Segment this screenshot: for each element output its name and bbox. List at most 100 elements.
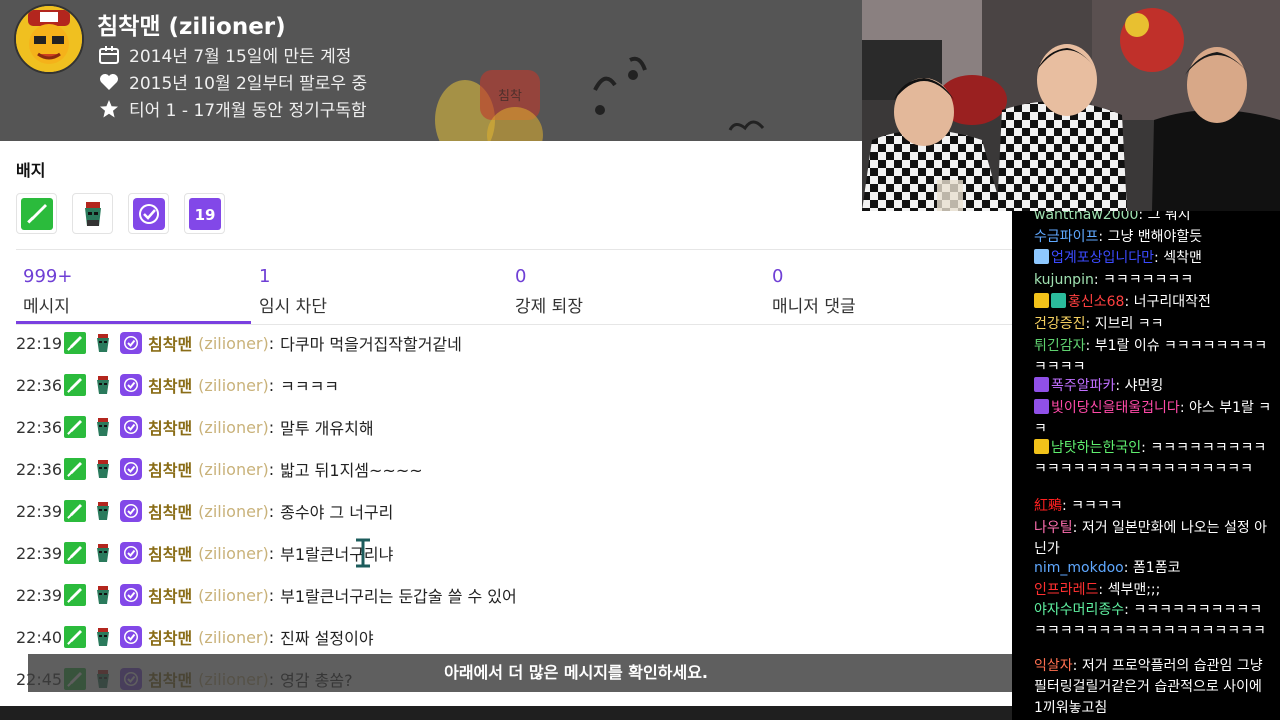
chat-username[interactable]: nim_mokdoo — [1034, 560, 1124, 576]
chat-colon: : — [1085, 316, 1095, 332]
character-badge-icon — [92, 626, 114, 648]
sword-badge-icon — [64, 332, 86, 354]
message-time: 22:36 — [16, 459, 63, 479]
chat-colon: : — [1098, 582, 1108, 598]
message-row: 22:36 침착맨 (zilioner): 말투 개유치해 — [16, 406, 374, 448]
svg-text:침착: 침착 — [498, 89, 522, 104]
chat-username[interactable]: 남탓하는한국인 — [1051, 440, 1141, 456]
chat-message: 야자수머리종수: ㅋㅋㅋㅋㅋㅋㅋㅋㅋㅋㅋㅋㅋㅋㅋㅋㅋㅋㅋㅋㅋㅋㅋㅋㅋㅋㅋㅋ — [1034, 600, 1274, 642]
message-login[interactable]: (zilioner) — [198, 334, 269, 353]
sword-badge-icon — [64, 626, 86, 648]
badge-character[interactable] — [72, 193, 113, 234]
more-messages-banner[interactable]: 아래에서 더 많은 메시지를 확인하세요. — [28, 654, 1012, 692]
timeouts-count: 1 — [259, 266, 271, 287]
chat-colon: : — [1085, 338, 1095, 354]
avatar[interactable] — [14, 4, 84, 74]
verified-check-badge-icon — [120, 500, 142, 522]
chat-colon: : — [1123, 560, 1133, 576]
character-badge-icon — [92, 374, 114, 396]
chat-message: 홍신소68: 너구리대작전 — [1034, 292, 1274, 313]
character-badge-icon — [92, 458, 114, 480]
tab-timeouts[interactable]: 1 임시 차단 — [252, 262, 492, 324]
message-text: 밟고 뒤1지셈~~~~ — [280, 461, 423, 480]
chat-colon: : — [1062, 498, 1072, 514]
webcam-feed — [862, 0, 1280, 211]
chat-username[interactable]: 수금파이프 — [1034, 229, 1098, 245]
message-username[interactable]: 침착맨 — [148, 415, 192, 439]
message-time: 22:36 — [16, 375, 63, 395]
chat-username[interactable]: 업계포상입니다만 — [1051, 250, 1154, 266]
message-login[interactable]: (zilioner) — [198, 418, 269, 437]
chat-text: ㅋㅋㅋㅋ — [1071, 498, 1123, 514]
message-text: 부1랄큰너구리냐 — [280, 545, 394, 564]
chat-username[interactable]: 폭주알파카 — [1051, 378, 1115, 394]
message-row: 22:39 침착맨 (zilioner): 부1랄큰너구리는 둔갑술 쓸 수 있어 — [16, 574, 517, 616]
chat-username[interactable]: 건강증진 — [1034, 316, 1086, 332]
chat-text: 폼1폼코 — [1132, 560, 1181, 576]
webcam-image — [862, 0, 1280, 211]
tab-mod-comments[interactable]: 0 매니저 댓글 — [765, 262, 1005, 324]
chat-username[interactable]: 나우틸 — [1034, 520, 1073, 536]
message-username[interactable]: 침착맨 — [148, 625, 192, 649]
chat-text: 너구리대작전 — [1133, 294, 1211, 310]
message-row: 22:36 침착맨 (zilioner): ㅋㅋㅋㅋ — [16, 364, 339, 406]
messages-label: 메시지 — [23, 297, 70, 317]
message-username[interactable]: 침착맨 — [148, 331, 192, 355]
user-card: 침착 침착맨 (zilioner) 2014년 7월 15일에 만든 계정 20… — [0, 0, 1012, 720]
message-username[interactable]: 침착맨 — [148, 583, 192, 607]
message-username[interactable]: 침착맨 — [148, 541, 192, 565]
chat-username[interactable]: wanttnaw2000 — [1034, 211, 1138, 223]
chat-badge-icon — [1034, 249, 1049, 264]
chat-message: 건강증진: 지브리 ㅋㅋ — [1034, 314, 1274, 335]
verified-check-badge-icon — [120, 332, 142, 354]
chat-colon: : — [1138, 211, 1148, 223]
sword-badge-icon — [64, 584, 86, 606]
message-text: 부1랄큰너구리는 둔갑술 쓸 수 있어 — [280, 587, 517, 606]
message-row: 22:40 침착맨 (zilioner): 진짜 설정이야 — [16, 616, 374, 658]
chat-username[interactable]: 튀긴감자 — [1034, 338, 1086, 354]
card-header: 침착 침착맨 (zilioner) 2014년 7월 15일에 만든 계정 20… — [0, 0, 862, 141]
timeouts-label: 임시 차단 — [259, 297, 327, 317]
badge-age-19[interactable]: 19 — [184, 193, 225, 234]
message-login[interactable]: (zilioner) — [198, 586, 269, 605]
message-text: 다쿠마 먹을거집작할거같네 — [280, 335, 462, 354]
chat-message: 익살자: 저거 프로악플러의 습관임 그냥 필터링걸릴거같은거 습관적으로 사이… — [1034, 656, 1274, 719]
chat-username[interactable]: 빛이당신을태울겁니다 — [1051, 400, 1180, 416]
tab-messages[interactable]: 999+ 메시지 — [16, 262, 256, 324]
chat-username[interactable]: 익살자 — [1034, 658, 1073, 674]
sword-badge-icon — [64, 458, 86, 480]
header-banner-art: 침착 — [435, 56, 765, 141]
message-row: 22:39 침착맨 (zilioner): 종수야 그 너구리 — [16, 490, 393, 532]
badge-sword[interactable] — [16, 193, 57, 234]
chat-text: 지브리 ㅋㅋ — [1094, 316, 1164, 332]
chat-username[interactable]: kujunpin — [1034, 272, 1094, 288]
chat-username[interactable]: 야자수머리종수 — [1034, 602, 1124, 618]
account-created-row: 2014년 7월 15일에 만든 계정 — [97, 42, 351, 67]
badge-verified[interactable] — [128, 193, 169, 234]
tab-bans[interactable]: 0 강제 퇴장 — [508, 262, 748, 324]
chat-colon: : — [1154, 250, 1164, 266]
chat-message: nim_mokdoo: 폼1폼코 — [1034, 558, 1274, 579]
chat-message: 빛이당신을태울겁니다: 야스 부1랄 ㅋㅋ — [1034, 398, 1274, 440]
chat-text: 섹부맨;;; — [1107, 582, 1161, 598]
message-login[interactable]: (zilioner) — [198, 376, 269, 395]
message-login[interactable]: (zilioner) — [198, 628, 269, 647]
chat-username[interactable]: 인프라레드 — [1034, 582, 1098, 598]
message-colon: : — [268, 501, 275, 521]
chat-message: kujunpin: ㅋㅋㅋㅋㅋㅋㅋ — [1034, 270, 1274, 291]
bans-label: 강제 퇴장 — [515, 297, 583, 317]
message-login[interactable]: (zilioner) — [198, 460, 269, 479]
chat-badge-icon — [1034, 293, 1049, 308]
message-username[interactable]: 침착맨 — [148, 373, 192, 397]
message-login[interactable]: (zilioner) — [198, 502, 269, 521]
message-row: 22:19 침착맨 (zilioner): 다쿠마 먹을거집작할거같네 — [16, 322, 462, 364]
sword-badge-icon — [64, 500, 86, 522]
message-username[interactable]: 침착맨 — [148, 457, 192, 481]
message-login[interactable]: (zilioner) — [198, 544, 269, 563]
bans-count: 0 — [515, 266, 527, 287]
message-username[interactable]: 침착맨 — [148, 499, 192, 523]
chat-username[interactable]: 紅鵐 — [1034, 498, 1062, 514]
message-text: ㅋㅋㅋㅋ — [280, 377, 340, 396]
message-time: 22:40 — [16, 627, 63, 647]
chat-username[interactable]: 홍신소68 — [1068, 294, 1124, 310]
